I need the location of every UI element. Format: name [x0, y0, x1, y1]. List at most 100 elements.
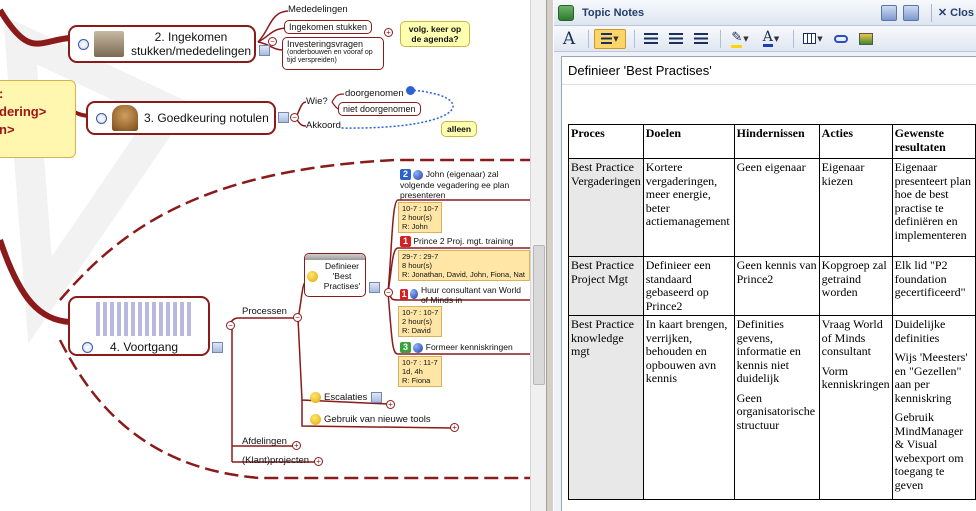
task-kenniskringen[interactable]: 3 Formeer kenniskringen [400, 342, 513, 354]
table-cell[interactable]: Definieer een standaard gebaseerd op Pri… [642, 256, 735, 316]
subtopic-afdelingen[interactable]: Afdelingen [242, 436, 287, 447]
task-duration: 2 hour(s) [402, 317, 433, 326]
table-cell[interactable]: Eigenaar presenteert plan hoe de best pr… [891, 158, 976, 257]
close-button[interactable]: ✕ Clos [938, 6, 974, 19]
subtopic-label: Definieer 'Best Practises' [323, 261, 361, 291]
progress-icon [410, 289, 418, 299]
subtopic-nieuwe-tools[interactable]: Gebruik van nieuwe tools [310, 414, 431, 425]
insert-table-button[interactable]: ▼ [799, 29, 827, 49]
font-color-button[interactable]: A ▼ [757, 29, 785, 49]
table-cell[interactable]: Geen kennis van Prince2 [733, 256, 820, 316]
task-consultant[interactable]: 1 Huur consultant van World of Minds in [400, 285, 530, 305]
subtopic-niet-doorgenomen[interactable]: niet doorgenomen [338, 102, 421, 116]
cell-paragraph: Gebruik MindManager & Visual webexport o… [894, 410, 964, 492]
table-cell[interactable]: Best Practice Project Mgt [568, 256, 644, 316]
table-cell[interactable]: Elk lid "P2 foundation gecertificeerd" [891, 256, 976, 316]
paste-icon[interactable] [902, 4, 919, 21]
expand-button[interactable]: + [384, 28, 393, 37]
note-icon[interactable] [369, 282, 380, 293]
task-title: Prince 2 Proj. mgt. training [413, 236, 514, 246]
table-cell[interactable]: Best Practice knowledge mgt [568, 315, 644, 500]
subtopic-akkoord[interactable]: Akkoord [306, 120, 341, 131]
task-info: 10-7 : 10-7 2 hour(s) R: John [398, 202, 442, 233]
topic-ingekomen-stukken[interactable]: 2. Ingekomen stukken/mededelingen [68, 25, 256, 63]
note-icon[interactable] [278, 112, 289, 123]
central-topic-line: : [0, 85, 67, 103]
progress-icon [413, 342, 424, 353]
subtopic-klantprojecten[interactable]: (Klant)projecten [242, 455, 309, 466]
scrollbar-thumb[interactable] [533, 245, 545, 385]
expand-button[interactable]: + [292, 441, 301, 450]
table-cell[interactable]: Duidelijke definities Wijs 'Meesters' en… [891, 315, 976, 500]
notes-app-icon [558, 4, 574, 21]
subtopic-ingekomen-stukken[interactable]: Ingekomen stukken [284, 20, 373, 34]
table-cell[interactable]: Vraag World of Minds consultant Vorm ken… [818, 315, 893, 500]
hyperlink-icon[interactable] [830, 29, 852, 49]
collapse-button[interactable]: − [226, 321, 235, 330]
font-icon[interactable]: A [558, 29, 580, 49]
subtopic-definieer-best-practises[interactable]: Definieer 'Best Practises' [304, 253, 366, 297]
subtopic-label: Investeringsvragen [287, 39, 364, 49]
collapse-button[interactable]: − [384, 288, 393, 297]
note-icon[interactable] [259, 45, 270, 56]
gantt-image [96, 302, 192, 336]
table-cell[interactable]: Kopgroep zal getraind worden [818, 256, 893, 316]
highlight-color-button[interactable]: ✎ ▼ [726, 29, 754, 49]
smiley-icon [310, 392, 321, 403]
relationship-handle[interactable] [406, 86, 415, 95]
subtopic-label: Gebruik van nieuwe tools [324, 414, 431, 426]
table-cell[interactable]: Geen eigenaar [733, 158, 820, 257]
table-cell[interactable]: Kortere vergaderingen, meer energie, bet… [642, 158, 735, 257]
expand-button[interactable]: + [314, 457, 323, 466]
smiley-icon [307, 270, 318, 282]
notes-document[interactable]: Definieer 'Best Practises' Proces Doelen… [561, 56, 976, 511]
column-header: Acties [818, 124, 893, 159]
insert-image-icon[interactable] [855, 29, 877, 49]
vertical-scrollbar[interactable] [530, 0, 546, 511]
collapse-button[interactable]: − [290, 113, 299, 122]
central-topic-line: dering> [0, 104, 47, 119]
topic-radio-icon[interactable] [96, 112, 107, 124]
note-icon[interactable] [212, 342, 223, 353]
decrease-indent-icon[interactable] [665, 29, 687, 49]
expand-button[interactable]: + [450, 423, 459, 432]
task-title: Huur consultant van World of Minds in [420, 285, 521, 305]
central-topic[interactable]: : dering> n> [0, 80, 76, 158]
pane-splitter[interactable] [546, 0, 554, 511]
column-header: Doelen [642, 124, 735, 159]
callout-volg-keer[interactable]: volg. keer op de agenda? [400, 21, 470, 47]
table-cell[interactable]: In kaart brengen, verrijken, behouden en… [642, 315, 735, 500]
topic-voortgang[interactable]: 4. Voortgang [68, 296, 210, 356]
subtopic-doorgenomen[interactable]: doorgenomen [345, 88, 404, 99]
callout-alleen[interactable]: alleen [441, 121, 478, 137]
task-prince2-training[interactable]: 1 Prince 2 Proj. mgt. training [400, 236, 514, 248]
topic-goedkeuring-notulen[interactable]: 3. Goedkeuring notulen [86, 101, 276, 135]
subtopic-processen[interactable]: Processen [242, 306, 287, 317]
topic-radio-icon[interactable] [78, 38, 89, 50]
subtopic-wie[interactable]: Wie? [306, 96, 328, 107]
cell-paragraph: Duidelijke definities [894, 317, 946, 345]
cell-paragraph: Geen eigenaar [736, 160, 806, 174]
table-cell[interactable]: Definities gevens, informatie en kennis … [733, 315, 820, 500]
align-left-button[interactable]: ▼ [594, 28, 626, 49]
table-cell[interactable]: Eigenaar kiezen [818, 158, 893, 257]
progress-icon [413, 169, 424, 180]
task-dates: 10-7 : 10-7 [402, 204, 439, 213]
subtopic-investeringsvragen[interactable]: Investeringsvragen (onderbouwen en voora… [282, 37, 384, 70]
subtopic-escalaties[interactable]: Escalaties [310, 392, 367, 403]
subtopic-mededelingen[interactable]: Mededelingen [288, 4, 348, 15]
note-icon[interactable] [371, 392, 382, 403]
increase-indent-icon[interactable] [690, 29, 712, 49]
topic-radio-icon[interactable] [82, 341, 93, 353]
collapse-button[interactable]: − [293, 313, 302, 322]
column-header: Gewenste resultaten [891, 124, 976, 159]
task-plan-presenteren[interactable]: 2 John (eigenaar) zal volgende vegaderin… [400, 169, 530, 200]
bullet-list-icon[interactable] [640, 29, 662, 49]
expand-button[interactable]: + [386, 400, 395, 409]
collapse-button[interactable]: − [268, 37, 277, 46]
notes-titlebar: Topic Notes ✕ Clos [554, 0, 976, 26]
table-cell[interactable]: Best Practice Vergaderingen [568, 158, 644, 257]
copy-icon[interactable] [880, 4, 897, 21]
mindmap-canvas[interactable]: : dering> n> 2. Ingekomen stukken/medede… [0, 0, 530, 511]
task-title: Formeer kenniskringen [425, 342, 513, 352]
